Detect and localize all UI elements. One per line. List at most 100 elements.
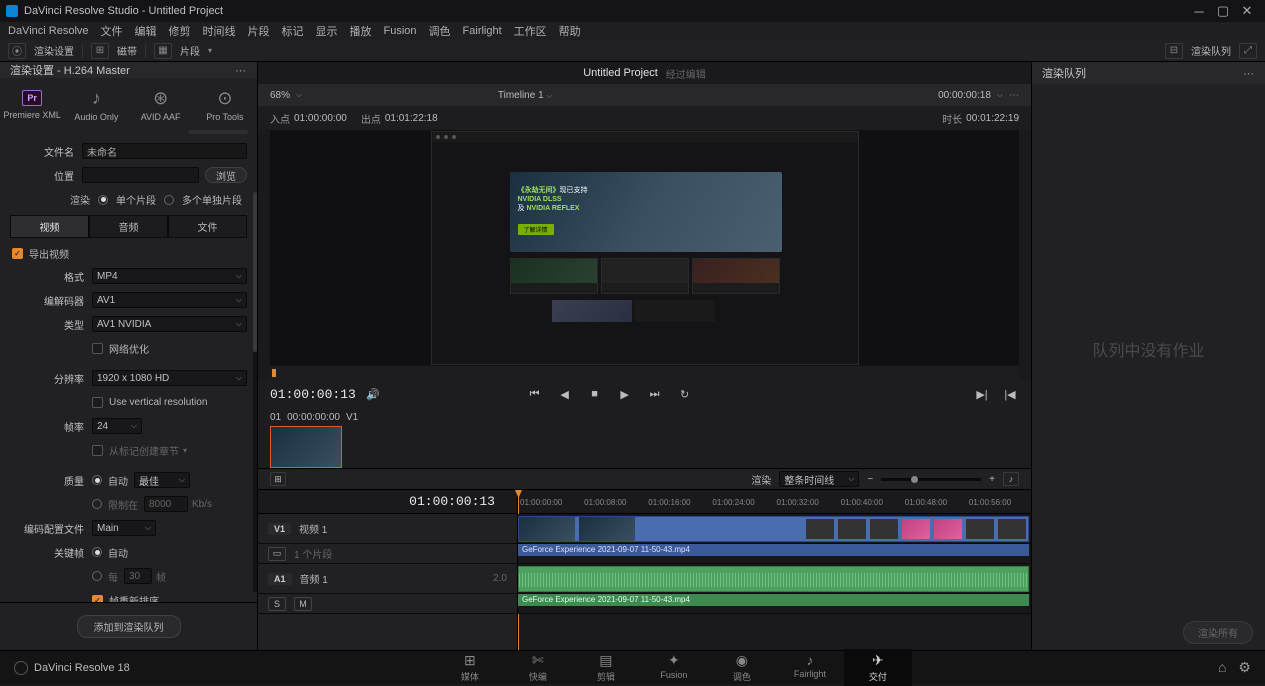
audio-track-sub[interactable]: SM	[258, 594, 517, 614]
zoom-slider[interactable]	[881, 478, 981, 481]
next-frame-button[interactable]: ⏭	[646, 385, 664, 403]
options-menu[interactable]: ⋯	[235, 64, 247, 77]
keyframe-reorder-check[interactable]	[92, 595, 103, 602]
maximize-button[interactable]: ▢	[1211, 0, 1235, 22]
home-icon[interactable]: ⌂	[1218, 659, 1226, 676]
video-track-header[interactable]: V1视频 1	[258, 514, 517, 544]
browse-button[interactable]: 浏览	[205, 167, 247, 183]
menu-item[interactable]: Fusion	[384, 25, 417, 37]
quality-select[interactable]: 最佳⌵	[134, 472, 190, 488]
render-all-button[interactable]: 渲染所有	[1183, 621, 1253, 644]
page-edit[interactable]: ▤剪辑	[572, 649, 640, 686]
options-menu[interactable]: ⋯	[1243, 67, 1255, 80]
toolbar-label[interactable]: 片段	[180, 43, 200, 58]
timeline-name[interactable]: Timeline 1	[498, 90, 544, 101]
menu-item[interactable]: Fairlight	[463, 25, 502, 37]
menu-item[interactable]: 播放	[350, 23, 372, 39]
viewer-scrubber[interactable]	[270, 366, 1019, 380]
solo-button[interactable]: S	[268, 597, 286, 611]
resolution-select[interactable]: 1920 x 1080 HD⌵	[92, 370, 247, 386]
menu-item[interactable]: 工作区	[514, 23, 547, 39]
keyframe-every-radio[interactable]	[92, 571, 102, 581]
panel-scrollbar[interactable]	[253, 192, 257, 592]
tape-icon[interactable]: ⊞	[91, 43, 109, 59]
page-fairlight[interactable]: ♪Fairlight	[776, 649, 844, 686]
chevron-down-icon[interactable]: ⌵	[546, 91, 552, 100]
minimize-button[interactable]: ─	[1187, 0, 1211, 22]
chevron-down-icon[interactable]: ⌵	[296, 90, 302, 100]
audio-track-header[interactable]: A1音频 12.0	[258, 564, 517, 594]
clips-icon[interactable]: ▦	[154, 43, 172, 59]
menu-item[interactable]: 编辑	[135, 23, 157, 39]
loop-button[interactable]: ↻	[676, 385, 694, 403]
video-tab[interactable]: 视频	[10, 215, 89, 238]
profile-select[interactable]: Main⌵	[92, 520, 156, 536]
timeline-options-icon[interactable]: ⊞	[270, 472, 286, 486]
menu-item[interactable]: 文件	[101, 23, 123, 39]
menu-item[interactable]: 修剪	[169, 23, 191, 39]
zoom-level[interactable]: 68%	[270, 90, 290, 101]
menu-item[interactable]: 调色	[429, 23, 451, 39]
quality-limit-radio[interactable]	[92, 499, 102, 509]
zoom-in-icon[interactable]: +	[989, 474, 995, 485]
audio-tab[interactable]: 音频	[89, 215, 168, 238]
menu-item[interactable]: DaVinci Resolve	[8, 25, 89, 37]
single-clip-radio[interactable]	[98, 195, 108, 205]
jump-start-button[interactable]: |◀	[1001, 385, 1019, 403]
video-track[interactable]	[518, 514, 1031, 544]
video-track-sub[interactable]: ▭1 个片段	[258, 544, 517, 564]
location-input[interactable]	[82, 167, 199, 183]
menu-item[interactable]: 片段	[248, 23, 270, 39]
page-cut[interactable]: ✄快编	[504, 649, 572, 686]
menu-item[interactable]: 帮助	[559, 23, 581, 39]
page-deliver[interactable]: ✈交付	[844, 649, 912, 686]
quality-auto-radio[interactable]	[92, 475, 102, 485]
page-media[interactable]: ⊞媒体	[436, 649, 504, 686]
preset-protools[interactable]: ⊙Pro Tools	[193, 84, 257, 126]
first-frame-button[interactable]: ⏮	[526, 385, 544, 403]
preset-avid[interactable]: ⊛AVID AAF	[129, 84, 193, 126]
render-range-select[interactable]: 整条时间线⌵	[779, 471, 859, 487]
keyframe-auto-radio[interactable]	[92, 547, 102, 557]
menu-item[interactable]: 标记	[282, 23, 304, 39]
render-queue-toggle[interactable]: ⊟	[1165, 43, 1183, 59]
chevron-down-icon[interactable]: ▾	[208, 46, 212, 55]
vertical-res-check[interactable]	[92, 397, 103, 408]
audio-icon[interactable]: ♪	[1003, 472, 1019, 486]
file-tab[interactable]: 文件	[168, 215, 247, 238]
add-to-queue-button[interactable]: 添加到渲染队列	[77, 615, 181, 638]
render-settings-toggle[interactable]: ⦿	[8, 43, 26, 59]
preset-premiere[interactable]: PrPremiere XML	[0, 84, 64, 126]
audio-clip[interactable]	[518, 566, 1029, 592]
mute-button[interactable]: M	[294, 597, 312, 611]
export-video-check[interactable]	[12, 248, 23, 259]
close-button[interactable]: ✕	[1235, 0, 1259, 22]
multi-clip-radio[interactable]	[164, 195, 174, 205]
play-button[interactable]: ▶	[616, 385, 634, 403]
menu-item[interactable]: 时间线	[203, 23, 236, 39]
type-select[interactable]: AV1 NVIDIA⌵	[92, 316, 247, 332]
page-fusion[interactable]: ✦Fusion	[640, 649, 708, 686]
chevron-down-icon[interactable]: ⌵	[997, 90, 1003, 100]
stop-button[interactable]: ■	[586, 385, 604, 403]
options-menu[interactable]: ⋯	[1009, 90, 1019, 101]
page-color[interactable]: ◉调色	[708, 649, 776, 686]
video-clip[interactable]	[518, 516, 1029, 542]
audio-track[interactable]	[518, 564, 1031, 594]
prev-frame-button[interactable]: ◀	[556, 385, 574, 403]
chapter-check[interactable]	[92, 445, 103, 456]
preset-audio-only[interactable]: ♪Audio Only	[64, 84, 128, 126]
filename-input[interactable]: 未命名	[82, 143, 247, 159]
format-select[interactable]: MP4⌵	[92, 268, 247, 284]
zoom-out-icon[interactable]: −	[867, 474, 873, 485]
codec-select[interactable]: AV1⌵	[92, 292, 247, 308]
netopt-check[interactable]	[92, 343, 103, 354]
menu-item[interactable]: 显示	[316, 23, 338, 39]
viewer[interactable]: 《永劫无间》现已支持NVIDIA DLSS及 NVIDIA REFLEX 了解详…	[270, 130, 1019, 366]
settings-icon[interactable]: ⚙	[1238, 659, 1251, 676]
expand-icon[interactable]: ⤢	[1239, 43, 1257, 59]
volume-icon[interactable]: 🔊	[364, 385, 382, 403]
timeline-ruler[interactable]: 01:00:00:0001:00:08:0001:00:16:0001:00:2…	[518, 490, 1031, 514]
fps-select[interactable]: 24⌵	[92, 418, 142, 434]
clip-thumbnail[interactable]	[270, 426, 342, 468]
